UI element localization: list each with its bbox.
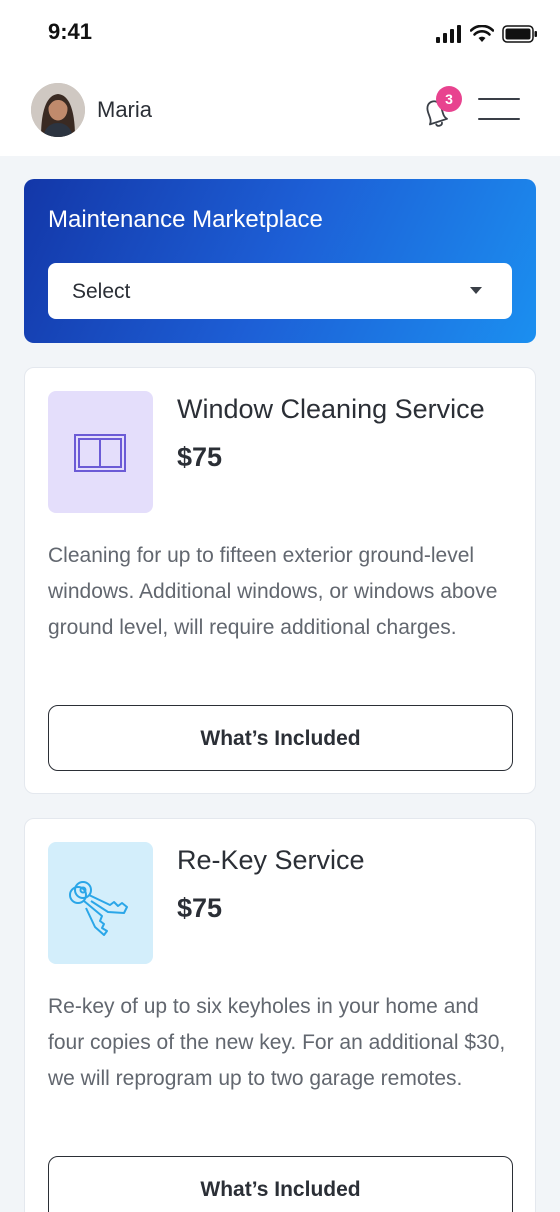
- hamburger-menu-icon: [478, 98, 520, 100]
- service-description: Cleaning for up to fifteen exterior grou…: [48, 544, 498, 639]
- service-price: $75: [177, 893, 223, 923]
- app-header: Maria 3: [0, 66, 560, 156]
- caret-down-icon: [470, 287, 482, 294]
- signal-icon: [436, 25, 461, 43]
- window-icon: [74, 434, 126, 472]
- select-value: Select: [72, 280, 131, 303]
- status-icons: [436, 22, 538, 46]
- service-card-re-key: Re-Key Service $75 Re-key of up to six k…: [24, 818, 536, 1212]
- service-title: Window Cleaning Service: [177, 394, 485, 424]
- service-thumbnail: [48, 391, 153, 513]
- whats-included-button[interactable]: What’s Included: [48, 705, 513, 771]
- category-select[interactable]: Select: [48, 263, 512, 319]
- battery-icon: [502, 25, 537, 43]
- avatar-image: [31, 83, 85, 137]
- service-price: $75: [177, 442, 223, 472]
- status-bar: 9:41: [0, 0, 560, 66]
- status-time: 9:41: [48, 19, 93, 44]
- wifi-icon: [470, 25, 494, 42]
- service-thumbnail: [48, 842, 153, 964]
- hamburger-menu-icon-bar: [478, 118, 520, 120]
- whats-included-button[interactable]: What’s Included: [48, 1156, 513, 1212]
- avatar[interactable]: [31, 83, 85, 137]
- marketplace-banner: Maintenance Marketplace Select: [24, 179, 536, 343]
- marketplace-title: Maintenance Marketplace: [48, 206, 323, 233]
- notification-badge: 3: [436, 86, 462, 112]
- key-icon: [69, 881, 128, 936]
- user-name: Maria: [97, 97, 153, 122]
- service-title: Re-Key Service: [177, 845, 365, 875]
- service-card-window-cleaning: Window Cleaning Service $75 Cleaning for…: [24, 367, 536, 794]
- service-description: Re-key of up to six keyholes in your hom…: [48, 995, 506, 1090]
- menu-button[interactable]: [476, 96, 522, 124]
